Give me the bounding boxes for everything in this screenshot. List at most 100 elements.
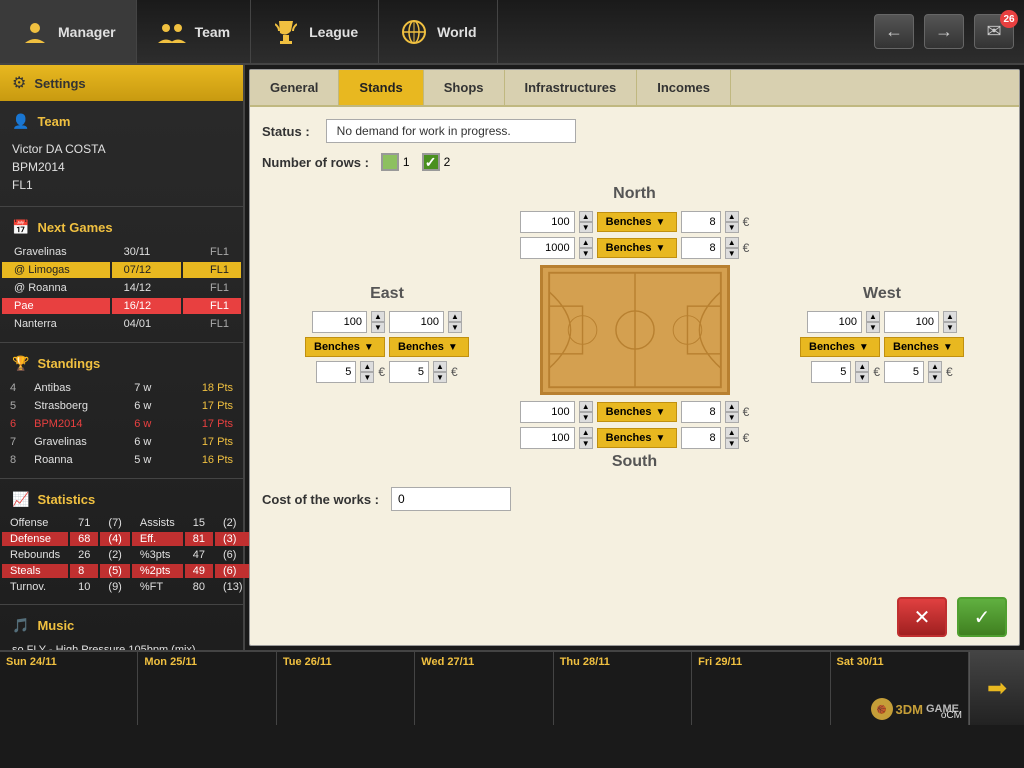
east-price-spin-down-1[interactable]: ▼ xyxy=(360,372,374,383)
east-spin-down-2[interactable]: ▼ xyxy=(448,322,462,333)
table-row: @ Limogas 07/12 FL1 xyxy=(2,262,241,278)
north-price-spin-down-1[interactable]: ▼ xyxy=(725,222,739,233)
west-price-spin-down-2[interactable]: ▼ xyxy=(928,372,942,383)
nav-manager[interactable]: Manager xyxy=(0,0,137,63)
team-section-icon: 👤 xyxy=(12,113,29,130)
stat-val: 68 xyxy=(70,532,98,546)
wins: 7 w xyxy=(126,380,173,396)
north-price-spin-up-1[interactable]: ▲ xyxy=(725,211,739,222)
east-spin-down-1[interactable]: ▼ xyxy=(371,322,385,333)
confirm-button[interactable]: ✓ xyxy=(957,597,1007,637)
north-bench-select-2[interactable]: Benches ▼ xyxy=(597,238,677,258)
west-seats-2[interactable] xyxy=(884,311,939,333)
east-seats-2[interactable] xyxy=(389,311,444,333)
team-icon xyxy=(157,17,187,47)
north-spin-up-2[interactable]: ▲ xyxy=(579,237,593,248)
west-spin-up-1[interactable]: ▲ xyxy=(866,311,880,322)
west-spin-up-2[interactable]: ▲ xyxy=(943,311,957,322)
west-spin-down-1[interactable]: ▼ xyxy=(866,322,880,333)
row-checkbox-2[interactable]: ✓ xyxy=(422,153,440,171)
south-spin-up-1[interactable]: ▲ xyxy=(579,401,593,412)
west-label: West xyxy=(863,285,901,303)
south-price-spin-down-1[interactable]: ▼ xyxy=(725,412,739,423)
east-spin-up-2[interactable]: ▲ xyxy=(448,311,462,322)
nav-world[interactable]: World xyxy=(379,0,497,63)
north-price-spin-up-2[interactable]: ▲ xyxy=(725,237,739,248)
west-euro-1: € xyxy=(873,365,880,379)
tab-shops[interactable]: Shops xyxy=(424,70,505,105)
tab-infrastructures[interactable]: Infrastructures xyxy=(505,70,638,105)
east-price-spin-down-2[interactable]: ▼ xyxy=(433,372,447,383)
north-spin-down-2[interactable]: ▼ xyxy=(579,248,593,259)
manager-icon xyxy=(20,17,50,47)
south-spin-up-2[interactable]: ▲ xyxy=(579,427,593,438)
back-button[interactable]: ← xyxy=(874,14,914,49)
east-price-spin-up-2[interactable]: ▲ xyxy=(433,361,447,372)
calendar-next-button[interactable]: ➡ xyxy=(969,652,1024,725)
north-spin-down-1[interactable]: ▼ xyxy=(579,222,593,233)
stat-label: Turnov. xyxy=(2,580,68,594)
south-bench-select-1[interactable]: Benches ▼ xyxy=(597,402,677,422)
east-bench-select-1[interactable]: Benches ▼ xyxy=(305,337,385,357)
west-bench-select-2[interactable]: Benches ▼ xyxy=(884,337,964,357)
west-price-spin-up-1[interactable]: ▲ xyxy=(855,361,869,372)
east-price-2[interactable] xyxy=(389,361,429,383)
calendar-day-wed: Wed 27/11 xyxy=(415,652,553,725)
west-price-spin-down-1[interactable]: ▼ xyxy=(855,372,869,383)
north-price-2[interactable] xyxy=(681,237,721,259)
west-bench-select-1[interactable]: Benches ▼ xyxy=(800,337,880,357)
east-bench-select-2[interactable]: Benches ▼ xyxy=(389,337,469,357)
tab-general[interactable]: General xyxy=(250,70,339,105)
north-spin-up-1[interactable]: ▲ xyxy=(579,211,593,222)
west-price-spin-up-2[interactable]: ▲ xyxy=(928,361,942,372)
south-bench-dropdown-2: ▼ xyxy=(656,433,666,444)
settings-bar[interactable]: ⚙ Settings xyxy=(0,65,243,101)
east-bench-row: Benches ▼ Benches ▼ xyxy=(305,337,469,357)
stat-rank2: (6) xyxy=(215,548,251,562)
rank: 4 xyxy=(2,380,24,396)
action-bar: ✕ ✓ xyxy=(250,589,1019,645)
nav-team[interactable]: Team xyxy=(137,0,252,63)
cancel-button[interactable]: ✕ xyxy=(897,597,947,637)
east-price-1[interactable] xyxy=(316,361,356,383)
mail-button[interactable]: ✉ 26 xyxy=(974,14,1014,49)
south-price-spin-up-1[interactable]: ▲ xyxy=(725,401,739,412)
north-seats-2[interactable] xyxy=(520,237,575,259)
nav-league[interactable]: League xyxy=(251,0,379,63)
south-seats-1[interactable] xyxy=(520,401,575,423)
basketball-court xyxy=(540,265,730,395)
table-row: Rebounds 26 (2) %3pts 47 (6) xyxy=(2,548,251,562)
north-euro-2: € xyxy=(743,241,750,255)
tab-stands[interactable]: Stands xyxy=(339,70,423,105)
row-checkbox-1[interactable] xyxy=(381,153,399,171)
east-price-spin-up-1[interactable]: ▲ xyxy=(360,361,374,372)
west-seats-1[interactable] xyxy=(807,311,862,333)
north-seats-1[interactable] xyxy=(520,211,575,233)
north-price-1[interactable] xyxy=(681,211,721,233)
west-spin-down-2[interactable]: ▼ xyxy=(943,322,957,333)
west-price-1[interactable] xyxy=(811,361,851,383)
tab-incomes[interactable]: Incomes xyxy=(637,70,731,105)
south-spin-down-2[interactable]: ▼ xyxy=(579,438,593,449)
north-price-spin-down-2[interactable]: ▼ xyxy=(725,248,739,259)
south-price-2[interactable] xyxy=(681,427,721,449)
statistics-title: Statistics xyxy=(37,492,95,507)
south-price-spin-up-2[interactable]: ▲ xyxy=(725,427,739,438)
north-bench-select-1[interactable]: Benches ▼ xyxy=(597,212,677,232)
west-price-2[interactable] xyxy=(884,361,924,383)
east-label: East xyxy=(370,285,404,303)
south-price-1[interactable] xyxy=(681,401,721,423)
south-seats-2[interactable] xyxy=(520,427,575,449)
statistics-header: 📈 Statistics xyxy=(0,487,243,514)
south-bench-select-2[interactable]: Benches ▼ xyxy=(597,428,677,448)
east-seats-1[interactable] xyxy=(312,311,367,333)
south-price-spin-down-2[interactable]: ▼ xyxy=(725,438,739,449)
forward-button[interactable]: → xyxy=(924,14,964,49)
rank: 7 xyxy=(2,434,24,450)
west-bench-label-1: Benches xyxy=(809,341,855,353)
east-spin-up-1[interactable]: ▲ xyxy=(371,311,385,322)
south-spin-down-1[interactable]: ▼ xyxy=(579,412,593,423)
table-row: Turnov. 10 (9) %FT 80 (13) xyxy=(2,580,251,594)
cost-input[interactable] xyxy=(391,487,511,511)
points: 18 Pts xyxy=(175,380,241,396)
